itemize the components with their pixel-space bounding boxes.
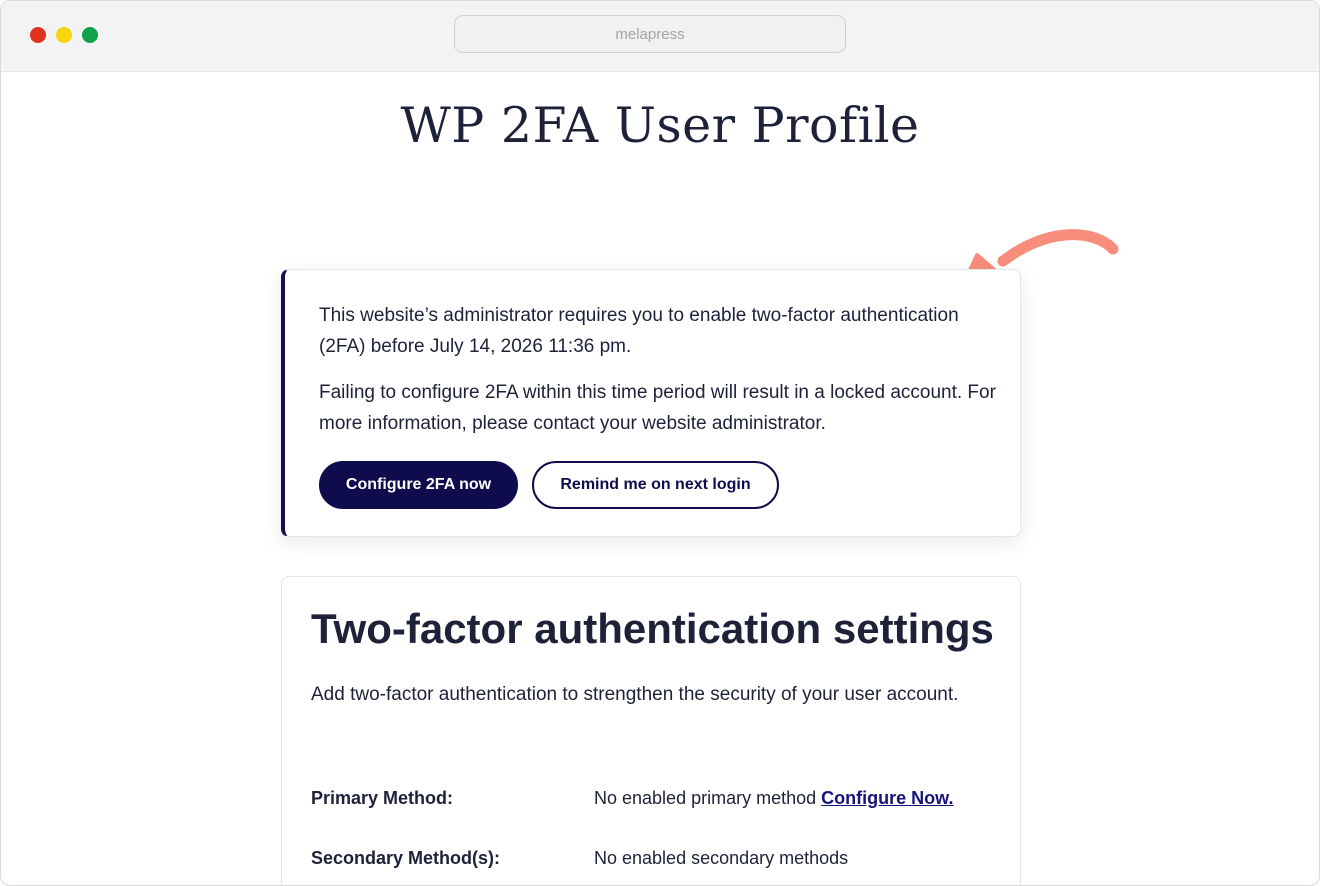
page-title: WP 2FA User Profile: [400, 97, 920, 154]
address-bar[interactable]: melapress: [454, 15, 846, 53]
secondary-method-label: Secondary Method(s):: [311, 848, 501, 868]
settings-heading: Two-factor authentication settings: [311, 605, 994, 652]
remind-next-login-button[interactable]: Remind me on next login: [532, 461, 779, 509]
maximize-window-button[interactable]: [82, 27, 98, 43]
close-window-button[interactable]: [30, 27, 46, 43]
minimize-window-button[interactable]: [56, 27, 72, 43]
browser-window: melapress WP 2FA User Profile This websi…: [0, 0, 1320, 886]
2fa-settings-panel: Two-factor authentication settings Add t…: [281, 576, 1021, 885]
primary-method-label: Primary Method:: [311, 788, 454, 808]
configure-2fa-button[interactable]: Configure 2FA now: [319, 461, 518, 509]
primary-method-status: No enabled primary method: [594, 788, 817, 808]
primary-method-value: No enabled primary method Configure Now.: [594, 788, 953, 809]
browser-titlebar: melapress: [1, 1, 1319, 72]
settings-description: Add two-factor authentication to strengt…: [311, 684, 959, 705]
secondary-method-value: No enabled secondary methods: [594, 848, 849, 868]
configure-now-link[interactable]: Configure Now.: [821, 788, 953, 808]
notice-deadline-text: This website’s administrator requires yo…: [319, 305, 959, 357]
2fa-required-notice: This website’s administrator requires yo…: [281, 269, 1021, 537]
notice-warning-text: Failing to configure 2FA within this tim…: [319, 382, 996, 434]
